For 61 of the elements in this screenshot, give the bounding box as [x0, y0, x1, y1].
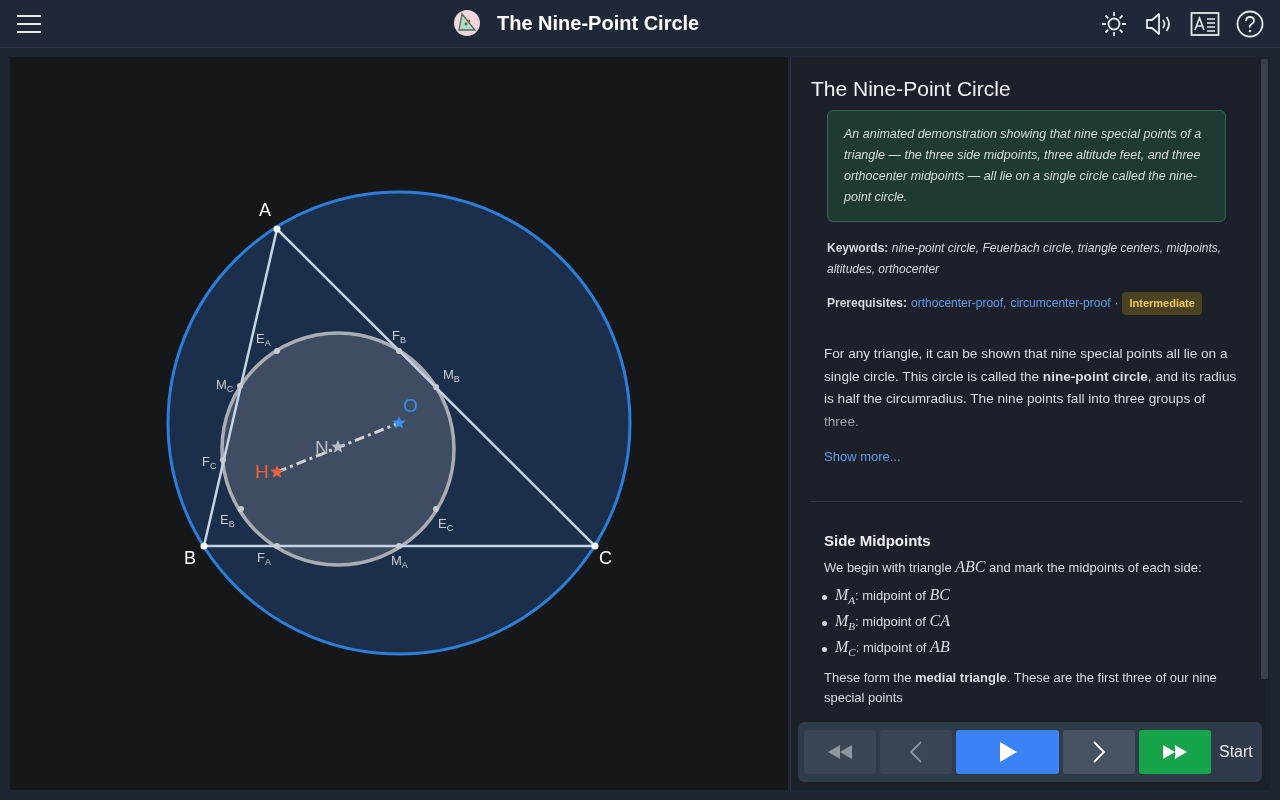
point-label: E$_{B}$	[220, 513, 235, 529]
scrollbar[interactable]	[1261, 59, 1268, 679]
point-label: F$_{B}$	[392, 329, 406, 345]
vertex-point[interactable]	[591, 542, 599, 550]
intro-paragraph: For any triangle, it can be shown that nine special points all lie on a single circle. This circle is called the nine-point circle, and its radius is half the circumradius. The nine points fall into three groups of three.	[824, 345, 1238, 431]
play-button[interactable]	[956, 730, 1059, 774]
point-label: M$_{C}$	[216, 378, 234, 394]
vertex-point[interactable]	[273, 225, 281, 233]
rewind-icon	[827, 744, 853, 760]
circle-point	[220, 457, 226, 463]
point-label: E$_{A}$	[256, 332, 271, 348]
center-label: N	[315, 438, 329, 457]
circle-point	[274, 348, 280, 354]
step-label: Start	[1219, 743, 1253, 761]
panel-title: The Nine-Point Circle	[811, 77, 1012, 101]
point-label: F$_{C}$	[202, 455, 217, 471]
circle-point	[237, 383, 243, 389]
point-label: M$_{A}$	[391, 554, 408, 570]
prerequisites-label: Prerequisites:	[827, 295, 908, 312]
circle-point	[396, 348, 402, 354]
circle-point	[238, 506, 244, 512]
circle-point	[396, 543, 402, 549]
help-icon[interactable]	[1236, 9, 1264, 38]
bullet-icon	[822, 646, 827, 652]
list-item: M$_{C}$: midpoint of AB	[835, 636, 950, 660]
vertex-label: C	[599, 549, 612, 567]
menu-icon[interactable]	[16, 13, 42, 34]
list-item: M$_{A}$: midpoint of BC	[835, 584, 950, 608]
vertex-label: B	[184, 549, 196, 567]
section-text: These form the medial triangle. These are the first three of our nine special points	[824, 669, 1218, 707]
sun-icon[interactable]	[1100, 9, 1128, 38]
bullet-icon	[822, 594, 827, 600]
bullet-icon	[822, 620, 827, 626]
circle-point	[433, 384, 439, 390]
point-label: F$_{A}$	[257, 551, 271, 567]
reader-icon[interactable]	[1190, 10, 1220, 37]
play-icon	[997, 741, 1018, 763]
point-label: E$_{C}$	[438, 517, 454, 533]
summary-box: An animated demonstration showing that nine special points of a triangle — the three side midpoints, three altitude feet, and three orthocenter midpoints — all lie on a single circle called the nine-point circle.	[827, 110, 1226, 222]
prerequisite-link[interactable]: orthocenter-proof,	[911, 293, 1007, 314]
center-label: H	[255, 462, 269, 481]
level-badge: Intermediate	[1122, 292, 1202, 315]
point-label: M$_{B}$	[443, 368, 460, 384]
chevron-right-icon	[1092, 741, 1106, 763]
show-more-link[interactable]: Show more...	[824, 449, 901, 464]
fast-forward-icon	[1162, 744, 1188, 760]
keywords-text: Keywords: nine-point circle, Feuerbach circle, triangle centers, midpoints, altitudes, orthocenter	[827, 240, 1223, 278]
center-label: O	[403, 396, 418, 415]
separator-dot: ·	[1114, 295, 1119, 312]
section-text: We begin with triangle ABC and mark the midpoints of each side:	[824, 557, 1203, 577]
chevron-left-icon	[909, 741, 923, 763]
app-title: The Nine-Point Circle	[497, 11, 700, 35]
circle-point	[274, 543, 280, 549]
list-item: M$_{B}$: midpoint of CA	[835, 610, 950, 634]
section-heading: Side Midpoints	[824, 532, 932, 549]
vertex-point[interactable]	[200, 542, 208, 550]
triangle-logo-icon	[453, 9, 481, 37]
prerequisite-link[interactable]: circumcenter-proof	[1010, 293, 1111, 314]
fast-forward-button[interactable]	[1139, 730, 1211, 774]
circle-point	[433, 506, 439, 512]
vertex-label: A	[259, 201, 271, 219]
